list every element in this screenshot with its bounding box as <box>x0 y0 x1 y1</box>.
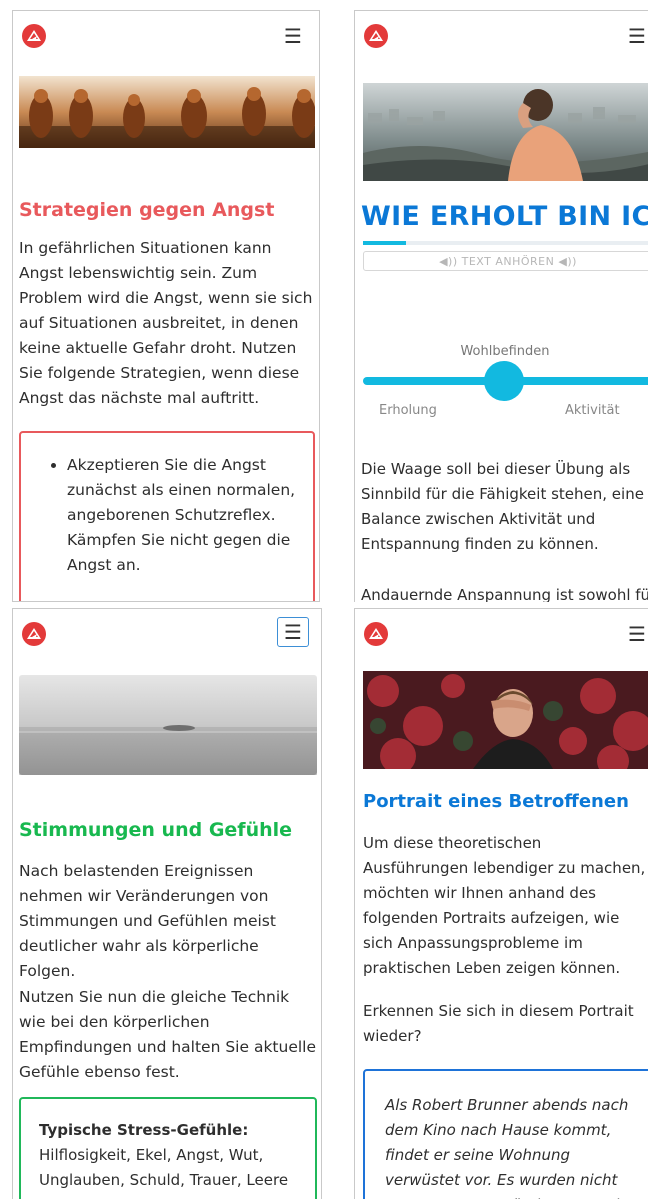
strategy-box: Akzeptieren Sie die Angst zunächst als e… <box>19 431 315 601</box>
screen-strategien-gegen-angst: ☰ Strategien gegen Angst In gefährlichen… <box>12 10 320 602</box>
text-anhoeren-button[interactable]: ◀)) TEXT ANHÖREN ◀)) <box>363 251 648 271</box>
box-title: Typische Stress-Gefühle: <box>39 1121 249 1139</box>
intro-paragraph: Nach belastenden Ereignissen nehmen wir … <box>19 862 276 980</box>
portrait-quote-box: Als Robert Brunner abends nach dem Kino … <box>363 1069 648 1199</box>
stress-feelings-box: Typische Stress-Gefühle: Hilflosigkeit, … <box>19 1097 317 1199</box>
hamburger-menu-icon: ☰ <box>628 24 646 48</box>
box-text: Hilflosigkeit, Ekel, Angst, Wut, Unglaub… <box>39 1146 289 1189</box>
intro-paragraph: In gefährlichen Situationen kann Angst l… <box>19 239 313 407</box>
technique-paragraph: Nutzen Sie nun die gleiche Technik wie b… <box>19 988 317 1081</box>
hamburger-menu-button[interactable]: ☰ <box>621 21 648 51</box>
slider-label: Wohlbefinden <box>460 344 550 359</box>
hamburger-menu-icon: ☰ <box>284 620 302 644</box>
screen-wie-erholt-bin-ich: ☰ WIE ERHOLT BIN ICH? ◀)) TEXT ANHÖREN ◀… <box>354 10 648 602</box>
wohlbefinden-slider-knob[interactable] <box>484 361 524 401</box>
portrait-quote: Als Robert Brunner abends nach dem Kino … <box>385 1096 634 1199</box>
balance-paragraph: Die Waage soll bei dieser Übung als Sinn… <box>361 460 644 553</box>
misty-lake-image <box>19 675 317 775</box>
page-title: Stimmungen und Gefühle <box>19 819 293 841</box>
hamburger-menu-icon: ☰ <box>284 24 302 48</box>
screen-stimmungen-und-gefuehle: ☰ Stimmungen und Gefühle Nach belastende… <box>12 608 322 1199</box>
progress-fill <box>363 241 406 245</box>
hamburger-menu-button[interactable]: ☰ <box>277 21 309 51</box>
list-item: Akzeptieren Sie die Angst zunächst als e… <box>67 453 299 578</box>
man-on-rocks-image <box>363 83 648 181</box>
app-header: ☰ <box>13 11 319 63</box>
brand-logo-icon[interactable] <box>21 23 47 49</box>
hamburger-menu-button[interactable]: ☰ <box>621 619 648 649</box>
brand-logo-icon[interactable] <box>363 621 389 647</box>
app-header: ☰ <box>13 609 321 661</box>
stressed-man-image <box>363 671 648 769</box>
question-paragraph: Erkennen Sie sich in diesem Portrait wie… <box>363 1002 634 1045</box>
slider-left-label: Erholung <box>379 403 437 418</box>
app-header: ☰ <box>355 11 648 63</box>
page-title: WIE ERHOLT BIN ICH? <box>361 201 648 232</box>
slider-right-label: Aktivität <box>565 403 620 418</box>
page-title: Strategien gegen Angst <box>19 199 275 221</box>
page-title: Portrait eines Betroffenen <box>363 791 629 812</box>
brand-logo-icon[interactable] <box>21 621 47 647</box>
intro-paragraph: Um diese theoretischen Ausführungen lebe… <box>363 834 646 977</box>
app-header: ☰ <box>355 609 648 661</box>
hamburger-menu-icon: ☰ <box>628 622 646 646</box>
continued-paragraph: Andauernde Anspannung ist sowohl für <box>361 586 648 602</box>
brand-logo-icon[interactable] <box>363 23 389 49</box>
chess-pieces-image <box>19 76 315 148</box>
screen-portrait-eines-betroffenen: ☰ Portrait eines Betroffenen Um diese th… <box>354 608 648 1199</box>
strategy-list: Akzeptieren Sie die Angst zunächst als e… <box>67 453 299 578</box>
hamburger-menu-button[interactable]: ☰ <box>277 617 309 647</box>
